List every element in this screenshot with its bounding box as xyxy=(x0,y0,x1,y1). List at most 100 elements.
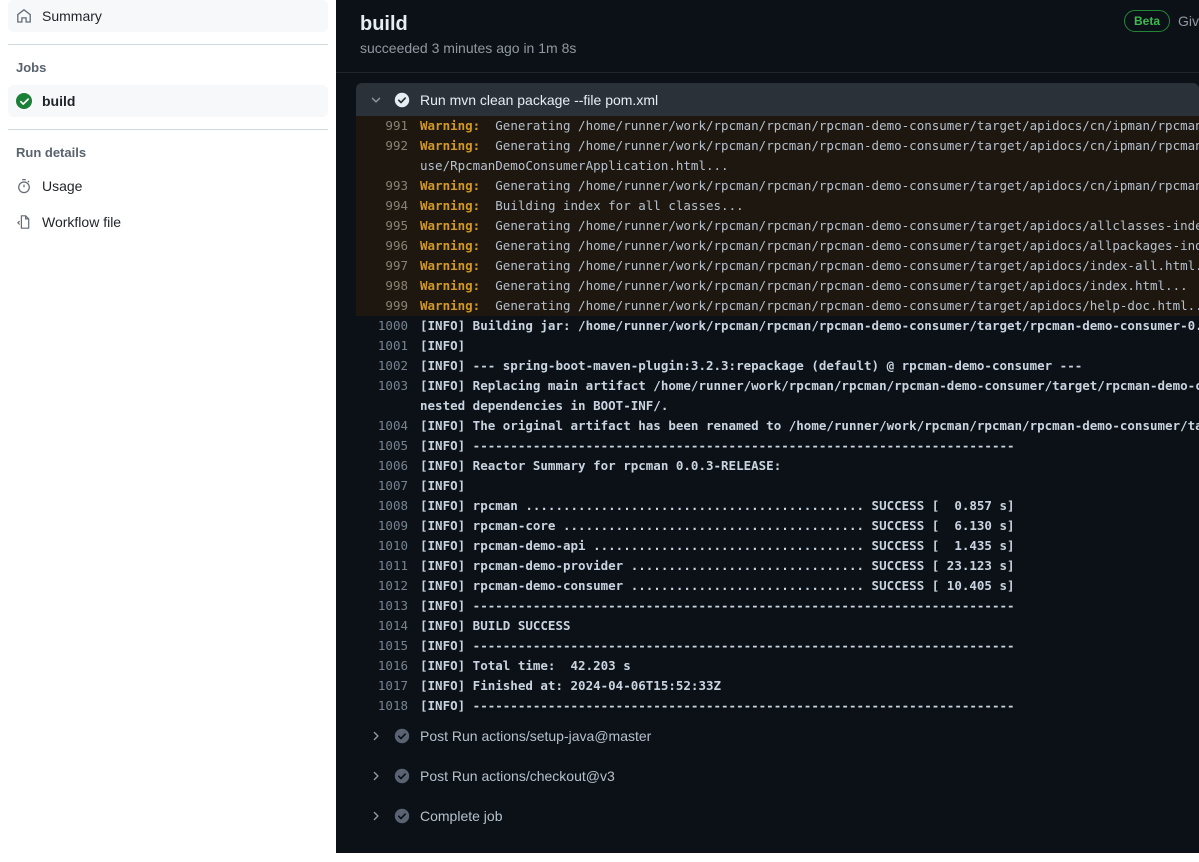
log-line: 1015 [INFO] -----------------------------… xyxy=(356,636,1199,656)
log-line-text: [INFO] BUILD SUCCESS xyxy=(420,618,571,633)
log-line-number: 996 xyxy=(385,238,408,253)
log-line-text: use/RpcmanDemoConsumerApplication.html..… xyxy=(420,158,729,173)
log-line-text: Warning: Generating /home/runner/work/rp… xyxy=(420,218,1199,233)
sidebar: Summary Jobs build Run details Usage Wor… xyxy=(0,0,336,862)
log-line: 1017 [INFO] Finished at: 2024-04-06T15:52… xyxy=(356,676,1199,696)
log-line: 1008 [INFO] rpcman ......................… xyxy=(356,496,1199,516)
log-line-number: 1000 xyxy=(377,318,408,333)
log-line: 1014 [INFO] BUILD SUCCESS xyxy=(356,616,1199,636)
log-line: 1007 [INFO] xyxy=(356,476,1199,496)
log-line-number: 1014 xyxy=(377,618,408,633)
log-line-number: 1010 xyxy=(377,538,408,553)
chevron-right-icon[interactable] xyxy=(368,808,384,824)
page-title: build xyxy=(360,13,408,35)
log-line: 1010 [INFO] rpcman-demo-api .............… xyxy=(356,536,1199,556)
log-line-number: 1013 xyxy=(377,598,408,613)
log-line-number: 993 xyxy=(385,178,408,193)
success-check-icon xyxy=(394,768,410,784)
sidebar-item-usage[interactable]: Usage xyxy=(8,170,328,202)
log-line-text: Warning: Building index for all classes.… xyxy=(420,198,744,213)
steps-list: Run mvn clean package --file pom.xml 991… xyxy=(336,73,1199,836)
log-line-text: Warning: Generating /home/runner/work/rp… xyxy=(420,278,1188,293)
log-line-text: Warning: Generating /home/runner/work/rp… xyxy=(420,258,1199,273)
code-file-icon xyxy=(16,214,32,230)
job-status-text: succeeded 3 minutes ago in 1m 8s xyxy=(360,40,577,56)
log-line-text: [INFO] ---------------------------------… xyxy=(420,638,1015,653)
log-line-number: 1007 xyxy=(377,478,408,493)
chevron-down-icon[interactable] xyxy=(368,92,384,108)
log-line-number: 995 xyxy=(385,218,408,233)
log-line-number: 992 xyxy=(385,138,408,153)
log-line-number: 1009 xyxy=(377,518,408,533)
log-line: 1005 [INFO] -----------------------------… xyxy=(356,436,1199,456)
log-line-number: 1002 xyxy=(377,358,408,373)
sidebar-divider-1 xyxy=(8,44,328,45)
log-line: use/RpcmanDemoConsumerApplication.html..… xyxy=(356,156,1199,176)
success-check-icon xyxy=(16,93,32,109)
status-badge: Beta xyxy=(1123,10,1170,32)
log-line-text: [INFO] Finished at: 2024-04-06T15:52:33Z xyxy=(420,678,722,693)
sidebar-heading-jobs: Jobs xyxy=(16,59,47,75)
log-line-number: 1004 xyxy=(377,418,408,433)
step-header-collapsed[interactable]: Complete job xyxy=(356,796,1199,836)
success-check-icon xyxy=(394,92,410,108)
log-line-text: [INFO] Replacing main artifact /home/run… xyxy=(420,378,1199,393)
step-header-collapsed[interactable]: Post Run actions/checkout@v3 xyxy=(356,756,1199,796)
log-line: 997 Warning: Generating /home/runner/work… xyxy=(356,256,1199,276)
log-line: 1013 [INFO] -----------------------------… xyxy=(356,596,1199,616)
log-line-text: [INFO] rpcman-demo-consumer ............… xyxy=(420,578,1015,593)
log-line-text: [INFO] xyxy=(420,478,473,493)
log-line: 993 Warning: Generating /home/runner/work… xyxy=(356,176,1199,196)
log-line-text: Warning: Generating /home/runner/work/rp… xyxy=(420,238,1199,253)
log-line-number: 1008 xyxy=(377,498,408,513)
give-feedback-link[interactable]: Giv xyxy=(1178,13,1199,29)
log-line-number: 1005 xyxy=(377,438,408,453)
step-title: Complete job xyxy=(420,808,503,824)
stopwatch-icon xyxy=(16,178,32,194)
log-line-text: [INFO] ---------------------------------… xyxy=(420,698,1015,713)
job-header: build succeeded 3 minutes ago in 1m 8s B… xyxy=(336,0,1199,68)
chevron-right-icon[interactable] xyxy=(368,728,384,744)
log-line-number: 1003 xyxy=(377,378,408,393)
sidebar-item-workflow-file[interactable]: Workflow file xyxy=(8,206,328,238)
log-line-text: [INFO] --- spring-boot-maven-plugin:3.2.… xyxy=(420,358,1083,373)
log-line-number: 1015 xyxy=(377,638,408,653)
log-line-text: Warning: Generating /home/runner/work/rp… xyxy=(420,298,1199,313)
log-line-text: [INFO] The original artifact has been re… xyxy=(420,418,1199,433)
log-line: nested dependencies in BOOT-INF/. xyxy=(356,396,1199,416)
job-log-panel: build succeeded 3 minutes ago in 1m 8s B… xyxy=(336,0,1199,853)
log-line: 1012 [INFO] rpcman-demo-consumer ........… xyxy=(356,576,1199,596)
log-line-number: 1016 xyxy=(377,658,408,673)
log-line: 1002 [INFO] --- spring-boot-maven-plugin:… xyxy=(356,356,1199,376)
sidebar-item-summary-label: Summary xyxy=(42,8,102,24)
log-output[interactable]: 991 Warning: Generating /home/runner/work… xyxy=(356,116,1199,716)
log-line: 995 Warning: Generating /home/runner/work… xyxy=(356,216,1199,236)
log-line: 994 Warning: Building index for all class… xyxy=(356,196,1199,216)
log-line: 992 Warning: Generating /home/runner/work… xyxy=(356,136,1199,156)
sidebar-item-job-build[interactable]: build xyxy=(8,85,328,117)
chevron-right-icon[interactable] xyxy=(368,768,384,784)
log-line-number: 1001 xyxy=(377,338,408,353)
log-line-number: 998 xyxy=(385,278,408,293)
log-line-text: [INFO] ---------------------------------… xyxy=(420,438,1015,453)
log-line-text: [INFO] rpcman-demo-provider ............… xyxy=(420,558,1015,573)
log-line: 999 Warning: Generating /home/runner/work… xyxy=(356,296,1199,316)
log-line: 1009 [INFO] rpcman-core .................… xyxy=(356,516,1199,536)
log-line-text: [INFO] ---------------------------------… xyxy=(420,598,1015,613)
step-header-collapsed[interactable]: Post Run actions/setup-java@master xyxy=(356,716,1199,756)
log-line-text: [INFO] rpcman ..........................… xyxy=(420,498,1015,513)
header-actions: Beta Giv xyxy=(1123,10,1199,32)
log-line-text: [INFO] rpcman-demo-api .................… xyxy=(420,538,1015,553)
log-line-number: 1012 xyxy=(377,578,408,593)
step-header-run-mvn[interactable]: Run mvn clean package --file pom.xml xyxy=(356,83,1199,116)
log-line-text: Warning: Generating /home/runner/work/rp… xyxy=(420,138,1199,153)
sidebar-divider-2 xyxy=(8,129,328,130)
log-line: 1006 [INFO] Reactor Summary for rpcman 0.… xyxy=(356,456,1199,476)
log-line-number: 1011 xyxy=(377,558,408,573)
sidebar-item-job-build-label: build xyxy=(42,93,76,109)
log-line: 998 Warning: Generating /home/runner/work… xyxy=(356,276,1199,296)
log-line: 1018 [INFO] -----------------------------… xyxy=(356,696,1199,716)
sidebar-item-summary[interactable]: Summary xyxy=(8,0,328,32)
log-line-number: 1018 xyxy=(377,698,408,713)
log-line: 1003 [INFO] Replacing main artifact /home… xyxy=(356,376,1199,396)
